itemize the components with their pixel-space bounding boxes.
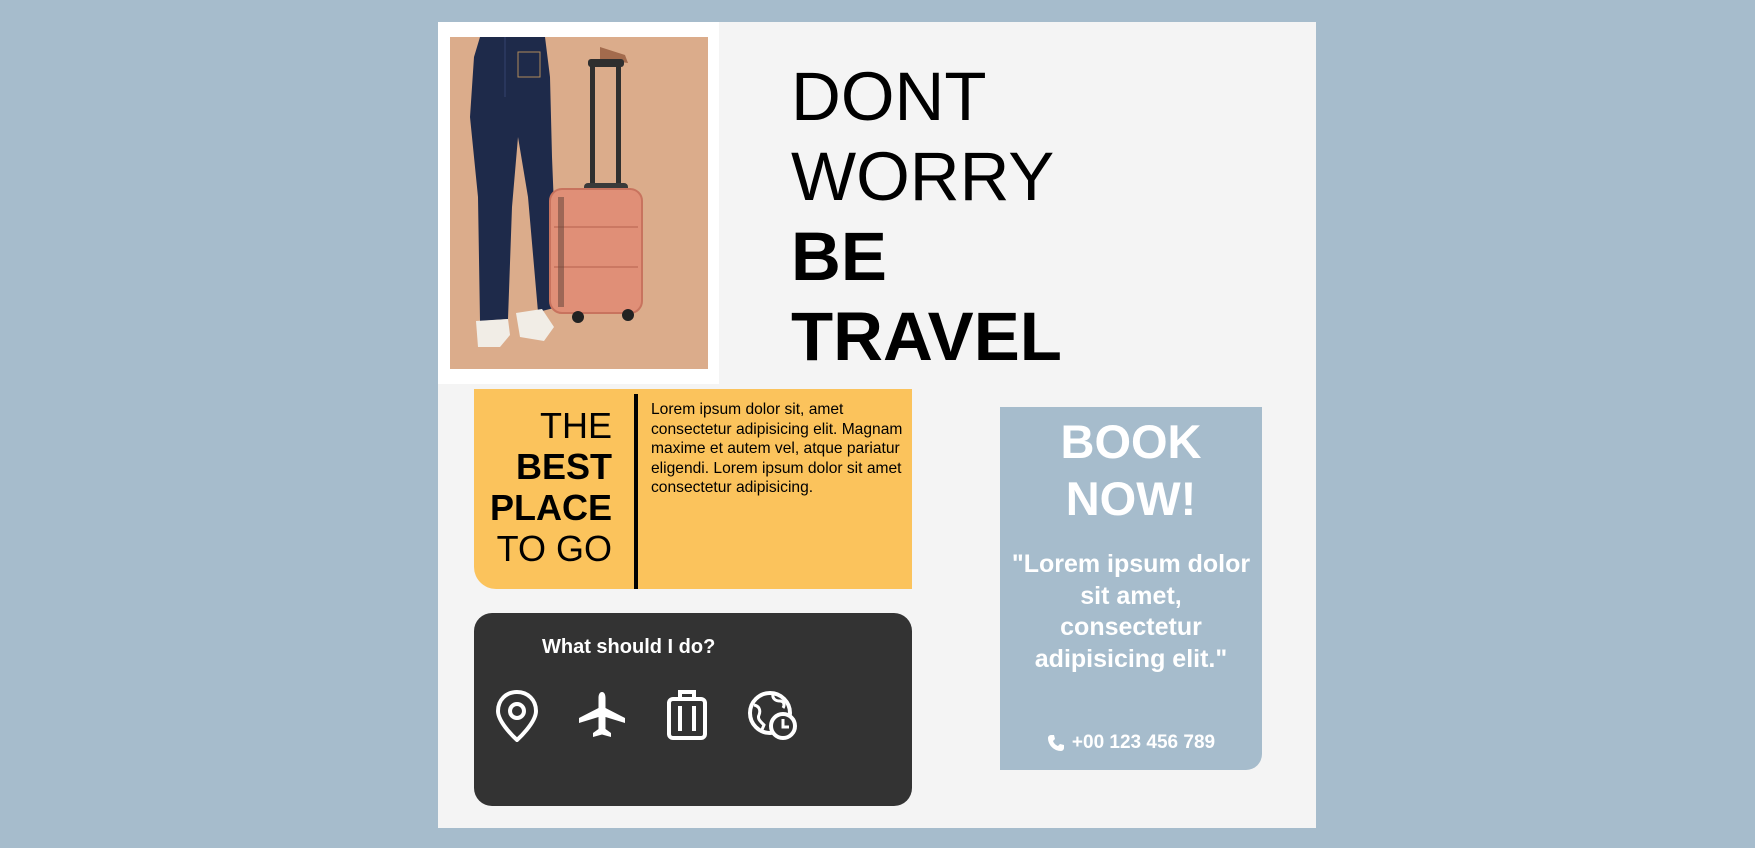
phone-contact[interactable]: +00 123 456 789 xyxy=(1000,732,1262,754)
phone-number: +00 123 456 789 xyxy=(1071,732,1216,753)
headline: DONT WORRY BE TRAVEL xyxy=(791,57,1062,377)
vertical-divider xyxy=(634,394,638,589)
book-now-line-2: NOW! xyxy=(1065,472,1197,525)
headline-line-3: BE xyxy=(791,218,887,295)
book-now-line-1: BOOK xyxy=(1060,415,1202,468)
suitcase-icon xyxy=(660,688,714,742)
globe-clock-icon xyxy=(745,688,799,742)
best-place-heading: THE BEST PLACE TO GO xyxy=(490,405,612,569)
travel-poster: DONT WORRY BE TRAVEL THE BEST PLACE TO G… xyxy=(438,22,1316,828)
headline-line-1: DONT xyxy=(791,58,987,135)
book-now-card: BOOK NOW! "Lorem ipsum dolor sit amet, c… xyxy=(1000,407,1262,770)
best-place-line-3: PLACE xyxy=(489,487,612,528)
headline-line-2: WORRY xyxy=(791,138,1055,215)
activities-icon-row xyxy=(490,688,830,742)
headline-line-4: TRAVEL xyxy=(791,298,1062,375)
map-pin-icon xyxy=(490,688,544,742)
best-place-description: Lorem ipsum dolor sit, amet consectetur … xyxy=(651,401,903,496)
book-quote: "Lorem ipsum dolor sit amet, consectetur… xyxy=(1011,550,1251,673)
activities-title: What should I do? xyxy=(542,636,716,658)
best-place-line-1: THE xyxy=(540,405,612,446)
airplane-icon xyxy=(575,688,629,742)
phone-icon xyxy=(1047,734,1065,752)
book-now-heading[interactable]: BOOK NOW! xyxy=(1000,413,1262,527)
best-place-card: THE BEST PLACE TO GO Lorem ipsum dolor s… xyxy=(474,389,912,589)
photo-frame xyxy=(438,22,719,384)
traveler-with-suitcase-photo xyxy=(450,37,708,369)
activities-card: What should I do? xyxy=(474,613,912,806)
best-place-line-4: TO GO xyxy=(496,528,612,569)
best-place-line-2: BEST xyxy=(515,446,612,487)
